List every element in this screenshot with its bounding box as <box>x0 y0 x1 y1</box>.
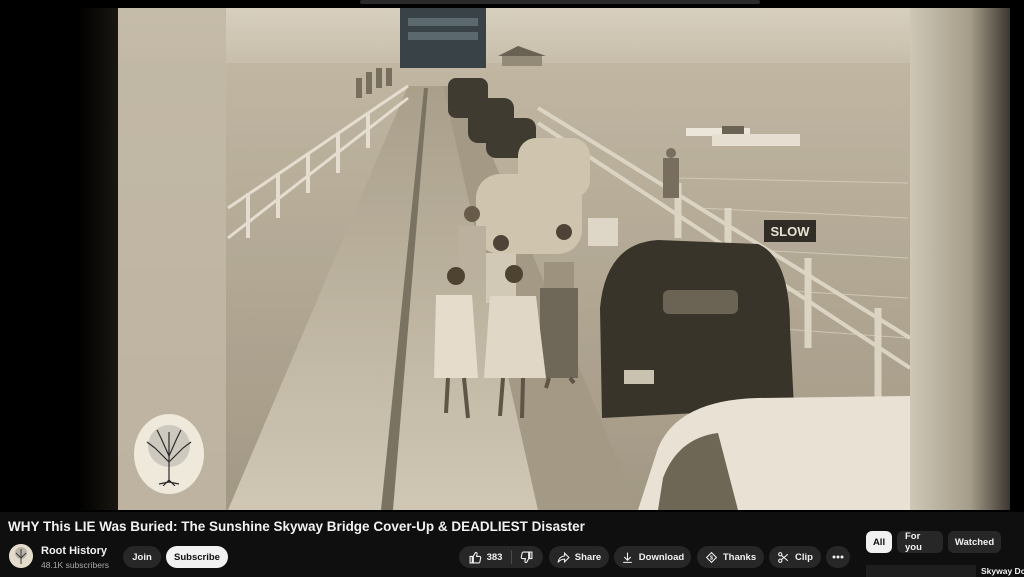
like-dislike-group: 383 <box>459 546 543 568</box>
chip-for-you[interactable]: For you <box>897 531 943 553</box>
svg-text:$: $ <box>710 555 713 561</box>
download-button[interactable]: Download <box>614 546 691 568</box>
clip-label: Clip <box>795 551 813 563</box>
subscribe-button[interactable]: Subscribe <box>166 546 228 568</box>
clip-icon <box>777 551 790 564</box>
like-count: 383 <box>486 551 503 563</box>
video-title: WHY This LIE Was Buried: The Sunshine Sk… <box>8 519 585 534</box>
share-label: Share <box>574 551 602 563</box>
share-icon <box>557 551 570 564</box>
join-button[interactable]: Join <box>123 546 161 568</box>
channel-name[interactable]: Root History <box>41 545 107 557</box>
channel-watermark <box>133 413 205 495</box>
next-video-title[interactable]: Skyway Dc <box>981 566 1024 576</box>
like-button[interactable]: 383 <box>469 550 513 564</box>
next-video-thumbnail[interactable] <box>866 565 976 577</box>
download-label: Download <box>638 551 685 563</box>
download-icon <box>621 551 634 564</box>
more-actions-button[interactable] <box>826 546 850 568</box>
dislike-button[interactable] <box>512 551 533 564</box>
thanks-label: Thanks <box>722 551 757 563</box>
video-frame[interactable]: SLOW <box>118 8 910 510</box>
bridge-photo: SLOW <box>118 8 910 510</box>
clip-button[interactable]: Clip <box>769 546 821 568</box>
tree-avatar-icon <box>9 544 33 568</box>
video-side-blur-right <box>910 8 1010 510</box>
video-side-blur-left <box>78 8 118 510</box>
thumb-down-icon <box>520 551 533 564</box>
chip-all[interactable]: All <box>866 531 892 553</box>
channel-avatar[interactable] <box>9 544 33 568</box>
share-button[interactable]: Share <box>549 546 609 568</box>
thanks-button[interactable]: $ Thanks <box>697 546 764 568</box>
subscriber-count: 48.1K subscribers <box>41 560 110 570</box>
chip-watched[interactable]: Watched <box>948 531 1001 553</box>
more-icon <box>832 555 844 559</box>
thumb-up-icon <box>469 551 482 564</box>
player-top-bar <box>360 0 760 4</box>
video-player[interactable]: SLOW <box>0 0 1024 512</box>
tree-logo-icon <box>141 422 197 486</box>
thanks-icon: $ <box>705 551 718 564</box>
